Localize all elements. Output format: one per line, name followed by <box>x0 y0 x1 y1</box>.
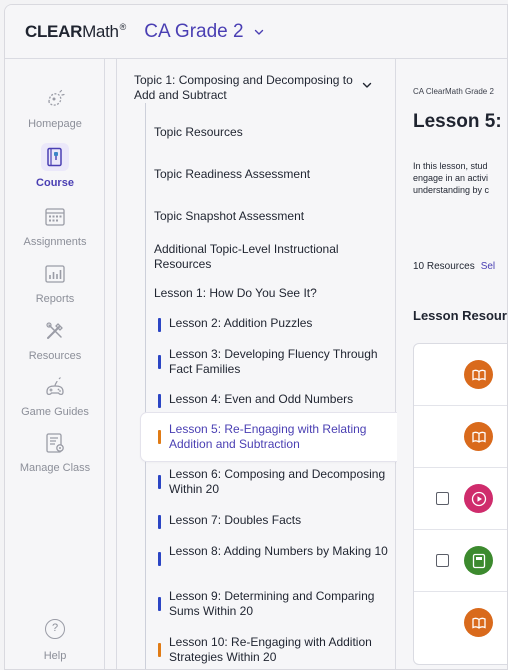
left-nav-rail: Homepage Course Assignments Reports Reso… <box>5 59 105 669</box>
lesson-status-bar <box>158 515 161 529</box>
nav-game-guides-label: Game Guides <box>21 406 89 418</box>
lesson-label: Lesson 9: Determining and Comparing Sums… <box>169 589 375 618</box>
resource-row[interactable]: T I <box>414 406 507 468</box>
reports-icon <box>45 265 65 283</box>
resource-row[interactable]: S C <box>414 468 507 530</box>
nav-reports-label: Reports <box>35 293 75 305</box>
nav-help[interactable]: ? Help <box>5 619 105 664</box>
book-icon <box>464 422 493 451</box>
description-line: understanding by c <box>413 185 490 195</box>
nav-homepage-label: Homepage <box>28 118 82 130</box>
nav-reports[interactable]: Reports <box>5 262 105 305</box>
lesson-description: In this lesson, stud engage in an activi… <box>413 160 507 196</box>
nav-help-label: Help <box>43 650 67 662</box>
tree-item-lesson-9[interactable]: Lesson 9: Determining and Comparing Sums… <box>158 589 390 619</box>
book-icon <box>464 360 493 389</box>
grade-selector-label: CA Grade 2 <box>144 20 244 42</box>
app-frame: CLEAR Math ® CA Grade 2 Homepage Course … <box>4 4 508 670</box>
play-icon <box>464 484 493 513</box>
panel-divider <box>105 59 117 669</box>
lesson-label: Lesson 3: Developing Fluency Through Fac… <box>169 347 378 376</box>
nav-course-label: Course <box>36 177 74 189</box>
tree-item-lesson-5[interactable]: Lesson 5: Re-Engaging with Relating Addi… <box>158 422 390 452</box>
resources-count: 10 Resources Sel <box>413 261 495 272</box>
grade-selector[interactable]: CA Grade 2 <box>144 21 264 43</box>
resource-row[interactable]: T I <box>414 344 507 406</box>
help-icon: ? <box>45 619 65 639</box>
nav-assignments[interactable]: Assignments <box>5 205 105 248</box>
tree-item-lesson-8[interactable]: Lesson 8: Adding Numbers by Making 10 <box>158 544 390 566</box>
tree-item-lesson-6[interactable]: Lesson 6: Composing and Decomposing With… <box>158 467 390 497</box>
calendar-icon <box>45 208 65 226</box>
lesson-status-bar <box>158 318 161 332</box>
book-icon <box>464 608 493 637</box>
lesson-status-bar <box>158 355 161 369</box>
home-icon <box>48 89 65 106</box>
lesson-status-bar <box>158 597 161 611</box>
resource-checkbox[interactable] <box>436 492 449 505</box>
nav-assignments-label: Assignments <box>23 236 87 248</box>
chevron-down-icon <box>254 29 263 35</box>
resource-row[interactable]: S I <box>414 530 507 592</box>
breadcrumb[interactable]: CA ClearMath Grade 2 <box>413 87 494 96</box>
lesson-label: Lesson 4: Even and Odd Numbers <box>169 392 354 406</box>
page-title: Lesson 5: <box>413 111 502 132</box>
resource-list: T I T I S C <box>413 343 507 665</box>
course-icon-highlight <box>41 143 69 171</box>
tree-item-lesson-7[interactable]: Lesson 7: Doubles Facts <box>158 513 390 529</box>
logo-registered-mark: ® <box>119 21 127 32</box>
lesson-status-bar <box>158 552 161 566</box>
lesson-status-bar <box>158 394 161 408</box>
logo-clear: CLEAR <box>25 21 83 41</box>
resource-row[interactable]: T I <box>414 592 507 654</box>
nav-resources[interactable]: Resources <box>5 319 105 362</box>
top-bar: CLEAR Math ® CA Grade 2 <box>5 5 507 59</box>
description-line: engage in an activi <box>413 173 489 183</box>
nav-course[interactable]: Course <box>5 143 105 189</box>
lesson-status-bar <box>158 475 161 489</box>
lesson-list: Lesson 2: Addition Puzzles Lesson 3: Dev… <box>118 59 396 669</box>
tree-item-lesson-3[interactable]: Lesson 3: Developing Fluency Through Fac… <box>158 347 390 377</box>
lesson-status-bar <box>158 430 161 444</box>
lesson-label: Lesson 5: Re-Engaging with Relating Addi… <box>169 422 367 451</box>
lesson-content-panel: CA ClearMath Grade 2 Lesson 5: In this l… <box>397 59 507 669</box>
lesson-label: Lesson 8: Adding Numbers by Making 10 <box>169 544 388 558</box>
document-icon <box>464 546 493 575</box>
lesson-resources-heading: Lesson Resour <box>413 308 507 323</box>
tree-item-lesson-2[interactable]: Lesson 2: Addition Puzzles <box>158 316 390 332</box>
select-all-link[interactable]: Sel <box>481 261 495 272</box>
resources-count-label: 10 Resources <box>413 261 475 272</box>
manage-class-icon <box>46 433 64 453</box>
resource-checkbox[interactable] <box>436 554 449 567</box>
lesson-label: Lesson 10: Re-Engaging with Addition Str… <box>169 635 372 664</box>
tools-icon <box>46 322 63 339</box>
lesson-status-bar <box>158 643 161 657</box>
nav-homepage[interactable]: Homepage <box>5 87 105 130</box>
nav-manage-class[interactable]: Manage Class <box>5 431 105 474</box>
logo-math: Math <box>82 21 119 41</box>
lesson-label: Lesson 7: Doubles Facts <box>169 513 302 527</box>
lesson-label: Lesson 2: Addition Puzzles <box>169 316 313 330</box>
description-line: In this lesson, stud <box>413 161 488 171</box>
nav-game-guides[interactable]: Game Guides <box>5 375 105 418</box>
nav-resources-label: Resources <box>28 350 82 362</box>
nav-manage-class-label: Manage Class <box>19 462 91 474</box>
course-book-icon <box>47 147 62 167</box>
tree-item-lesson-4[interactable]: Lesson 4: Even and Odd Numbers <box>158 392 390 408</box>
tree-item-lesson-10[interactable]: Lesson 10: Re-Engaging with Addition Str… <box>158 635 390 665</box>
game-controller-icon <box>46 377 64 396</box>
lesson-label: Lesson 6: Composing and Decomposing With… <box>169 467 386 496</box>
